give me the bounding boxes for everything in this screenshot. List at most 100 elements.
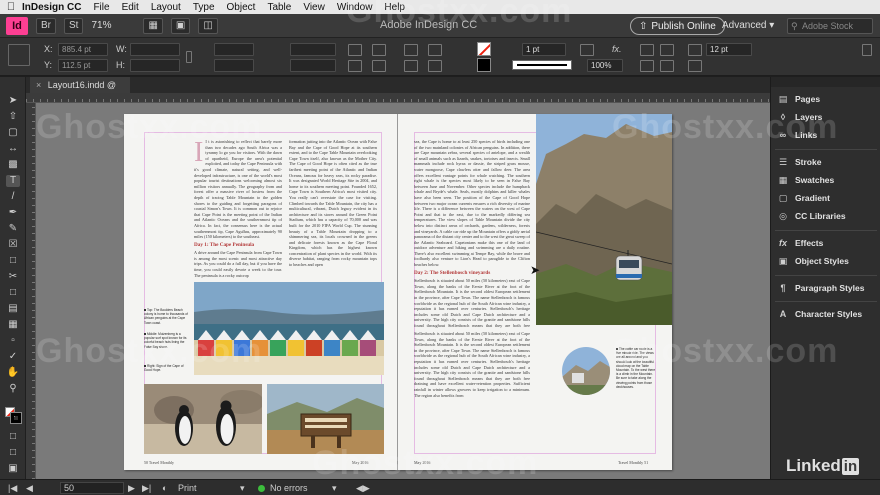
align-left-icon[interactable] — [640, 44, 654, 56]
constrain-proportions-icon[interactable] — [186, 51, 192, 63]
menu-edit[interactable]: Edit — [122, 2, 139, 13]
rectangle-tool-icon[interactable]: □ — [6, 255, 20, 267]
pages-panel-button[interactable]: ▤ Pages — [777, 91, 877, 107]
screen-mode-icon[interactable]: ▣ — [6, 463, 20, 475]
rotate-ccw-icon[interactable] — [372, 44, 386, 56]
rotation-angle-field[interactable] — [290, 43, 336, 56]
workspace-switcher[interactable]: Advanced ▾ — [722, 20, 774, 31]
pasteboard[interactable]: I I t is astonishing to reflect that bar… — [36, 103, 770, 479]
right-page[interactable]: sea, the Cape is home to at least 250 sp… — [398, 114, 672, 470]
flip-vertical-icon[interactable] — [372, 60, 386, 72]
next-page-icon[interactable]: ▶ — [128, 483, 135, 494]
caption-3[interactable]: Right: Sign of the Cape of Good Hope. — [144, 364, 188, 376]
dock-header[interactable] — [771, 77, 880, 87]
preflight-errors[interactable]: No errors — [270, 483, 308, 493]
beach-huts-image[interactable] — [194, 282, 384, 375]
horizontal-ruler[interactable] — [26, 93, 770, 103]
bridge-button[interactable]: Br — [36, 17, 56, 34]
document-tab[interactable]: × Layout16.indd @ 71% — [30, 77, 130, 106]
gradient-feather-tool-icon[interactable]: ▦ — [6, 319, 20, 331]
scissors-tool-icon[interactable]: ✂ — [6, 271, 20, 283]
fx-icon[interactable]: fx. — [612, 44, 622, 54]
swatches-panel-button[interactable]: ▦ Swatches — [777, 172, 877, 188]
caption-1[interactable]: Top: The Boulders Beach colony is home t… — [144, 308, 188, 328]
menu-object[interactable]: Object — [227, 2, 256, 13]
publish-online-button[interactable]: ⇧ Publish Online — [630, 17, 725, 35]
menu-help[interactable]: Help — [384, 2, 405, 13]
apply-none-icon[interactable]: □ — [6, 447, 20, 459]
panel-menu-icon[interactable] — [862, 44, 872, 56]
text-frame-options-icon[interactable] — [660, 44, 674, 56]
caption-2[interactable]: Middle: Muizenberg is a popular surf spo… — [144, 332, 188, 360]
select-next-icon[interactable] — [428, 60, 442, 72]
hand-tool-icon[interactable]: ✋ — [6, 367, 20, 379]
stroke-type-dropdown[interactable] — [512, 60, 572, 70]
y-position-field[interactable]: 112.5 pt — [58, 59, 108, 72]
arrange-documents-button[interactable]: ◫ — [198, 17, 218, 34]
left-text-column-2[interactable]: formation jutting into the Atlantic Ocea… — [289, 139, 377, 279]
align-center-icon[interactable] — [640, 60, 654, 72]
left-page[interactable]: I I t is astonishing to reflect that bar… — [124, 114, 398, 470]
auto-size-icon[interactable] — [688, 44, 702, 56]
width-field[interactable] — [130, 43, 180, 56]
note-tool-icon[interactable]: ▫ — [6, 335, 20, 347]
stroke-swatch-black[interactable] — [477, 58, 491, 72]
links-panel-button[interactable]: ∞ Links — [777, 127, 877, 143]
select-content-icon[interactable] — [404, 60, 418, 72]
reference-point-icon[interactable] — [8, 44, 30, 66]
character-styles-panel-button[interactable]: A Character Styles — [777, 306, 877, 322]
columns-icon[interactable] — [688, 60, 702, 72]
selection-tool-icon[interactable]: ➤ — [6, 95, 20, 107]
menu-layout[interactable]: Layout — [151, 2, 181, 13]
stroke-panel-button[interactable]: ☰ Stroke — [777, 154, 877, 170]
menu-table[interactable]: Table — [267, 2, 291, 13]
previous-page-icon[interactable]: ◀ — [26, 483, 33, 494]
apple-menu-icon[interactable]:  — [0, 1, 22, 13]
right-text-column-1-continued[interactable]: Stellenbosch is situated about 50 miles … — [414, 331, 530, 455]
menu-view[interactable]: View — [303, 2, 325, 13]
first-page-icon[interactable]: |◀ — [8, 483, 17, 494]
zoom-tool-icon[interactable]: ⚲ — [6, 383, 20, 395]
formatting-affects-container-icon[interactable]: □ — [6, 431, 20, 443]
right-caption[interactable]: The cable car route is a five minute rid… — [616, 347, 656, 427]
circular-inset-image[interactable] — [562, 347, 610, 395]
stroke-black-icon[interactable] — [10, 412, 22, 424]
type-tool-icon[interactable]: T — [6, 175, 20, 187]
font-size-field[interactable]: 12 pt — [706, 43, 752, 56]
vertical-ruler[interactable] — [26, 103, 36, 479]
rotate-cw-icon[interactable] — [348, 44, 362, 56]
select-container-icon[interactable] — [404, 44, 418, 56]
preflight-profile[interactable]: Print — [178, 483, 197, 493]
close-tab-icon[interactable]: × — [36, 80, 41, 90]
gap-tool-icon[interactable]: ↔ — [6, 143, 20, 155]
page-tool-icon[interactable]: ▢ — [6, 127, 20, 139]
rectangle-frame-tool-icon[interactable]: ☒ — [6, 239, 20, 251]
zoom-level-dropdown[interactable]: 71% — [91, 20, 135, 31]
flip-horizontal-icon[interactable] — [348, 60, 362, 72]
pen-tool-icon[interactable]: ✒ — [6, 207, 20, 219]
menu-window[interactable]: Window — [337, 2, 373, 13]
right-text-column-1[interactable]: sea, the Cape is home to at least 250 sp… — [414, 139, 530, 329]
object-styles-panel-button[interactable]: ▣ Object Styles — [777, 253, 877, 269]
effects-panel-button[interactable]: fx Effects — [777, 235, 877, 251]
menu-file[interactable]: File — [93, 2, 109, 13]
opacity-field[interactable]: 100% — [587, 59, 623, 72]
layers-panel-button[interactable]: ◊ Layers — [777, 109, 877, 125]
page-number-field[interactable]: 50 — [60, 482, 124, 494]
paragraph-styles-panel-button[interactable]: ¶ Paragraph Styles — [777, 280, 877, 296]
app-menu[interactable]: InDesign CC — [22, 2, 81, 13]
fill-swatch-none[interactable] — [477, 42, 491, 56]
shear-angle-field[interactable] — [290, 59, 336, 72]
adobe-stock-search[interactable]: ⚲ Adobe Stock — [787, 18, 873, 34]
stock-button[interactable]: St — [64, 17, 84, 34]
cape-sign-image[interactable] — [267, 384, 384, 454]
gradient-panel-button[interactable]: ▢ Gradient — [777, 190, 877, 206]
table-mountain-cable-car-image[interactable] — [536, 114, 672, 325]
open-preflight-icon[interactable]: ◀▶ — [356, 483, 370, 494]
gradient-swatch-tool-icon[interactable]: ▤ — [6, 303, 20, 315]
pencil-tool-icon[interactable]: ✎ — [6, 223, 20, 235]
eyedropper-tool-icon[interactable]: ✓ — [6, 351, 20, 363]
scale-x-field[interactable] — [214, 43, 254, 56]
free-transform-tool-icon[interactable]: □ — [6, 287, 20, 299]
chevron-down-icon[interactable]: ▾ — [240, 483, 245, 494]
